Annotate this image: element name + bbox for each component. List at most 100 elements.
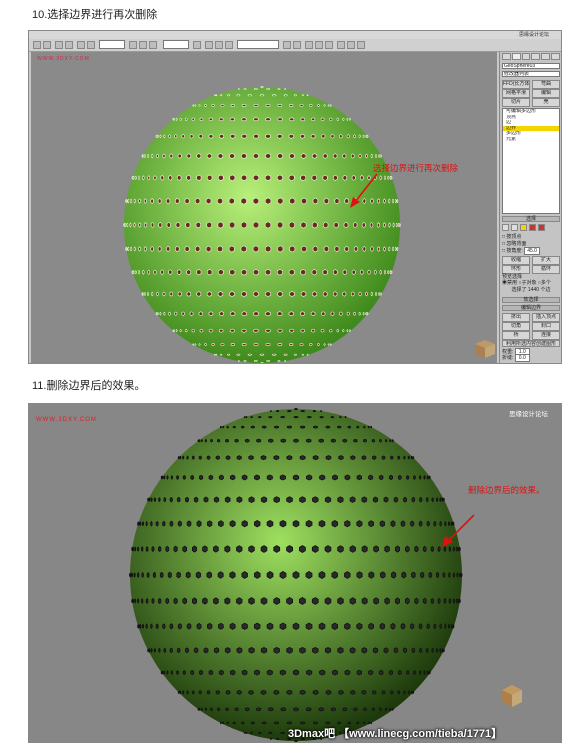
polygon-mode-icon[interactable] [529,224,536,231]
sphere-cell [322,269,328,276]
sphere-cell [361,597,368,605]
sphere-cell [208,474,214,481]
preview-options[interactable]: ◉禁用 ○子对象 ○多个 [502,280,560,286]
shell-button[interactable]: 壳 [532,98,560,107]
object-name-field[interactable]: GeoSphere03 [502,63,560,69]
rollout-edit-borders[interactable]: 编辑边界 [502,305,560,311]
sphere-cell [363,707,367,712]
sphere-cell [375,153,377,159]
sphere-cell [403,647,408,654]
connect-button[interactable]: 连接 [532,331,560,340]
sphere-cell [230,104,235,107]
material-editor-icon[interactable] [337,41,345,49]
angle-snap-icon[interactable] [215,41,223,49]
layer-icon[interactable] [305,41,313,49]
sphere-cell [127,246,130,252]
angle-spinner[interactable]: 45.0 [524,247,540,255]
rotate-icon[interactable] [139,41,147,49]
sphere-cell [353,438,358,443]
unlink-icon[interactable] [65,41,73,49]
display-tab-icon[interactable] [541,53,551,60]
sphere-cell [220,104,225,107]
sphere-cell [286,455,293,461]
coord-system-select[interactable] [163,40,189,49]
sphere-cell [163,475,166,480]
grow-button[interactable]: 扩大 [532,256,560,265]
utilities-tab-icon[interactable] [551,53,560,60]
insert-vertex-button[interactable]: 插入顶点 [532,313,560,322]
modifier-stack[interactable]: 可编辑多边形 顶点 边 边界 多边形 元素 [502,108,560,214]
undo-icon[interactable] [33,41,41,49]
schematic-icon[interactable] [325,41,333,49]
meshsmooth-button[interactable]: 网格平滑 [502,89,530,98]
sphere-cell [141,521,144,527]
rollout-soft-selection[interactable]: 软选择 [502,297,560,303]
bend-button[interactable]: 弯曲 [532,80,560,89]
create-shape-button[interactable]: 利用所选内容创建图形 [502,340,560,347]
loop-button[interactable]: 循环 [532,265,560,274]
cap-button[interactable]: 封口 [532,322,560,331]
sphere-cell [213,597,219,605]
sphere-cell [260,689,267,695]
shrink-button[interactable]: 收缩 [502,256,530,265]
sphere-cell [368,622,375,630]
perspective-viewport[interactable]: WWW.3DXY.COM 选择边界进行再次删除 [31,52,497,363]
sphere-cell [379,520,386,528]
render-icon[interactable] [357,41,365,49]
move-icon[interactable] [129,41,137,49]
sphere-cell [305,707,312,712]
sphere-cell [332,291,338,297]
sphere-cell [186,455,189,460]
edit-button[interactable]: 编辑 [532,89,560,98]
sphere-cell [146,571,150,579]
border-mode-icon[interactable] [520,224,527,231]
render-setup-icon[interactable] [347,41,355,49]
edge-mode-icon[interactable] [511,224,518,231]
stack-item-element[interactable]: 元素 [503,137,559,143]
geosphere-wireframe[interactable] [31,52,497,363]
redo-icon[interactable] [43,41,51,49]
slice-button[interactable]: 切片 [502,98,530,107]
align-icon[interactable] [293,41,301,49]
rollout-selection[interactable]: 选择 [502,216,560,222]
pivot-icon[interactable] [193,41,201,49]
named-selection-select[interactable] [237,40,279,49]
sphere-cell [370,246,374,252]
sphere-cell [230,133,236,139]
create-tab-icon[interactable] [502,53,511,60]
modifier-list-select[interactable]: 修改器列表 [502,71,560,77]
sphere-cell [265,245,272,253]
render-brand-text: 思缘设计论坛 [509,411,548,418]
by-angle-row[interactable]: □ 按角度: 45.0 [502,247,560,255]
ffd-box-button[interactable]: FFD(长方体) [502,80,530,89]
ring-button[interactable]: 环形 [502,265,530,274]
chamfer-button[interactable]: 切角 [502,322,530,331]
sphere-cell [131,270,134,275]
select-region-icon[interactable] [87,41,95,49]
sphere-cell [350,153,355,159]
selection-filter-select[interactable] [99,40,125,49]
select-icon[interactable] [77,41,85,49]
modify-tab-icon[interactable] [511,53,521,60]
snap-icon[interactable] [205,41,213,49]
sphere-cell [241,153,247,159]
crease-row[interactable]: 折缝: 0.0 [502,354,560,362]
bridge-button[interactable]: 桥 [502,331,530,340]
crease-spinner[interactable]: 0.0 [514,354,530,362]
vertex-mode-icon[interactable] [502,224,509,231]
sphere-cell [280,415,285,419]
curve-editor-icon[interactable] [315,41,323,49]
element-mode-icon[interactable] [538,224,545,231]
sphere-cell [383,647,389,654]
hierarchy-tab-icon[interactable] [521,53,531,60]
mirror-icon[interactable] [283,41,291,49]
motion-tab-icon[interactable] [531,53,541,60]
extrude-button[interactable]: 挤出 [502,313,530,322]
by-vertex-checkbox[interactable]: □ 按顶点 [502,234,560,240]
link-icon[interactable] [55,41,63,49]
sphere-cell [168,174,173,181]
percent-snap-icon[interactable] [225,41,233,49]
sphere-cell [260,496,268,503]
scale-icon[interactable] [149,41,157,49]
sphere-cell [206,221,212,229]
